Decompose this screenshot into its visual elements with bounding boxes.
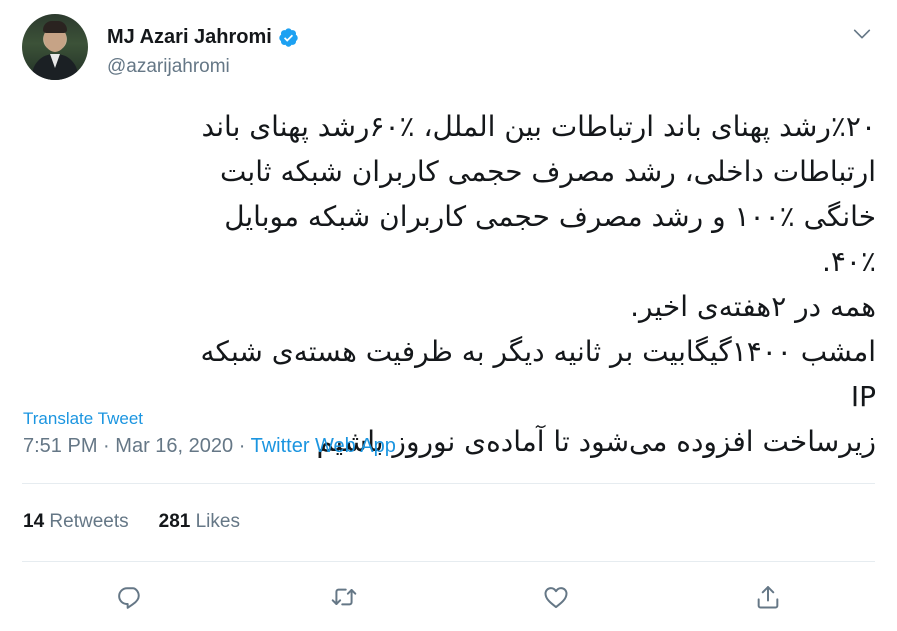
reply-icon	[118, 587, 140, 609]
user-display-name[interactable]: MJ Azari Jahromi	[107, 26, 272, 49]
retweets-count: 14	[23, 511, 45, 532]
chevron-down-icon[interactable]	[850, 22, 874, 46]
avatar[interactable]	[22, 14, 88, 80]
retweet-icon	[331, 588, 357, 606]
tweet-stats: 14 Retweets 281 Likes	[23, 511, 240, 533]
likes-stat[interactable]: 281 Likes	[159, 511, 240, 533]
translate-tweet-link[interactable]: Translate Tweet	[23, 409, 143, 429]
tweet-time[interactable]: 7:51 PM	[23, 435, 97, 457]
tweet-date[interactable]: Mar 16, 2020	[115, 435, 233, 457]
likes-label: Likes	[195, 511, 240, 532]
divider	[22, 483, 875, 484]
verified-badge-icon	[278, 27, 299, 48]
avatar-hair-shape	[43, 21, 67, 33]
retweets-stat[interactable]: 14 Retweets	[23, 511, 129, 533]
share-icon	[757, 586, 779, 609]
share-button[interactable]	[752, 581, 784, 613]
divider	[22, 561, 875, 562]
tweet-text: ٪۲۰رشد پهنای باند ارتباطات بین الملل، ٪۶…	[200, 110, 877, 458]
retweet-button[interactable]	[328, 581, 360, 613]
like-button[interactable]	[540, 581, 572, 613]
reply-button[interactable]	[114, 581, 146, 613]
tweet-meta: 7:51 PM · Mar 16, 2020 · Twitter Web App	[23, 435, 396, 458]
like-icon	[544, 587, 568, 609]
meta-separator: ·	[238, 435, 246, 457]
user-name-row: MJ Azari Jahromi	[107, 26, 299, 49]
user-handle[interactable]: @azarijahromi	[107, 56, 230, 78]
meta-separator: ·	[103, 435, 110, 457]
tweet-source-link[interactable]: Twitter Web App	[251, 435, 396, 457]
retweets-label: Retweets	[49, 511, 129, 532]
likes-count: 281	[158, 511, 191, 532]
